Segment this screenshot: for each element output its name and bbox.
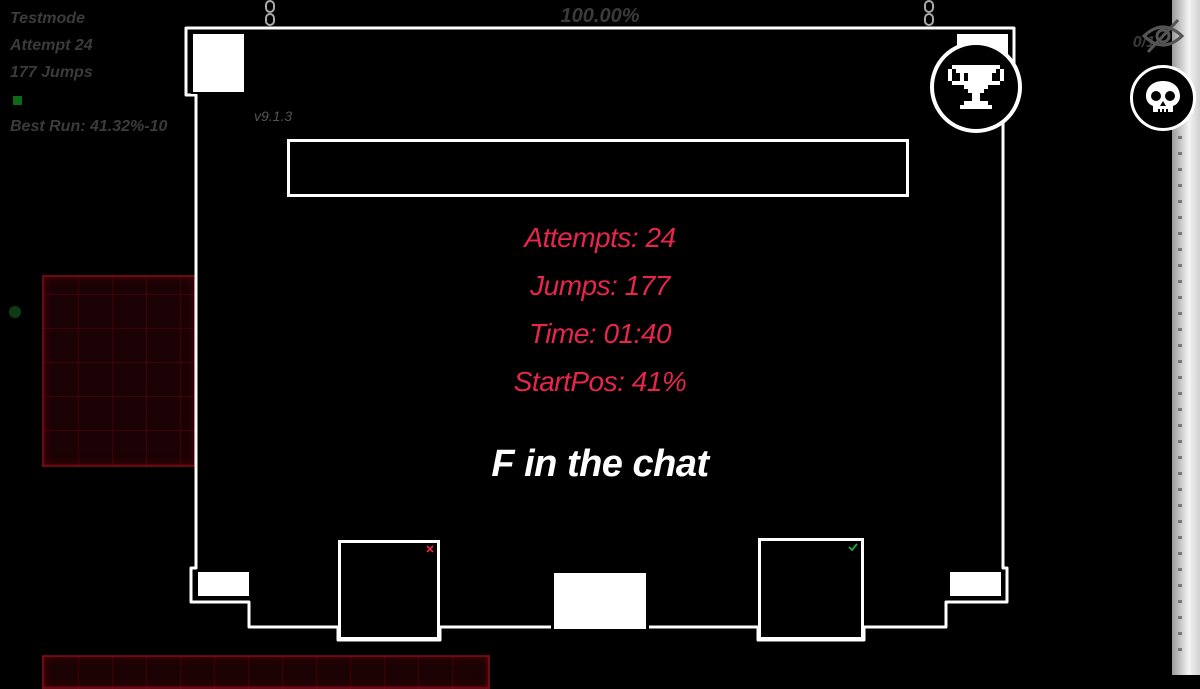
version-label: v9.1.3	[254, 108, 293, 124]
hud-indicator-2	[237, 104, 246, 113]
skull-icon	[1146, 81, 1180, 113]
edit-button[interactable]	[758, 538, 864, 640]
eye-hidden-icon[interactable]	[1140, 12, 1186, 56]
panel-corner-bottom-left	[196, 570, 251, 598]
hud-best-run: Best Run: 41.32%-10	[10, 118, 168, 135]
background-block-right	[228, 275, 298, 467]
close-icon	[426, 545, 434, 553]
level-wall-dots	[1178, 120, 1182, 660]
trophy-button[interactable]	[930, 41, 1022, 133]
retry-button[interactable]	[338, 540, 440, 640]
hud-jumps: 177 Jumps	[10, 64, 93, 81]
hud-indicator	[13, 96, 22, 105]
trophy-icon	[948, 65, 1004, 109]
background-floor	[42, 655, 490, 689]
stat-startpos: StartPos: 41%	[513, 366, 687, 397]
panel-corner-bottom-right	[948, 570, 1003, 598]
progress-percent: 100.00%	[560, 5, 640, 27]
stat-time: Time: 01:40	[528, 318, 672, 349]
chain-right	[924, 0, 934, 26]
check-icon	[848, 543, 858, 551]
stat-attempts: Attempts: 24	[524, 222, 676, 253]
hud-attempt: Attempt 24	[10, 37, 93, 54]
skull-button[interactable]	[1130, 65, 1196, 131]
hud-orb	[9, 306, 21, 318]
stat-jumps: Jumps: 177	[530, 270, 670, 301]
end-message: F in the chat	[491, 443, 709, 485]
level-title-bar	[287, 139, 909, 197]
background-block-left	[42, 275, 196, 467]
menu-button[interactable]	[551, 570, 649, 632]
chain-left	[265, 0, 275, 26]
panel-corner-top-left	[191, 32, 246, 94]
